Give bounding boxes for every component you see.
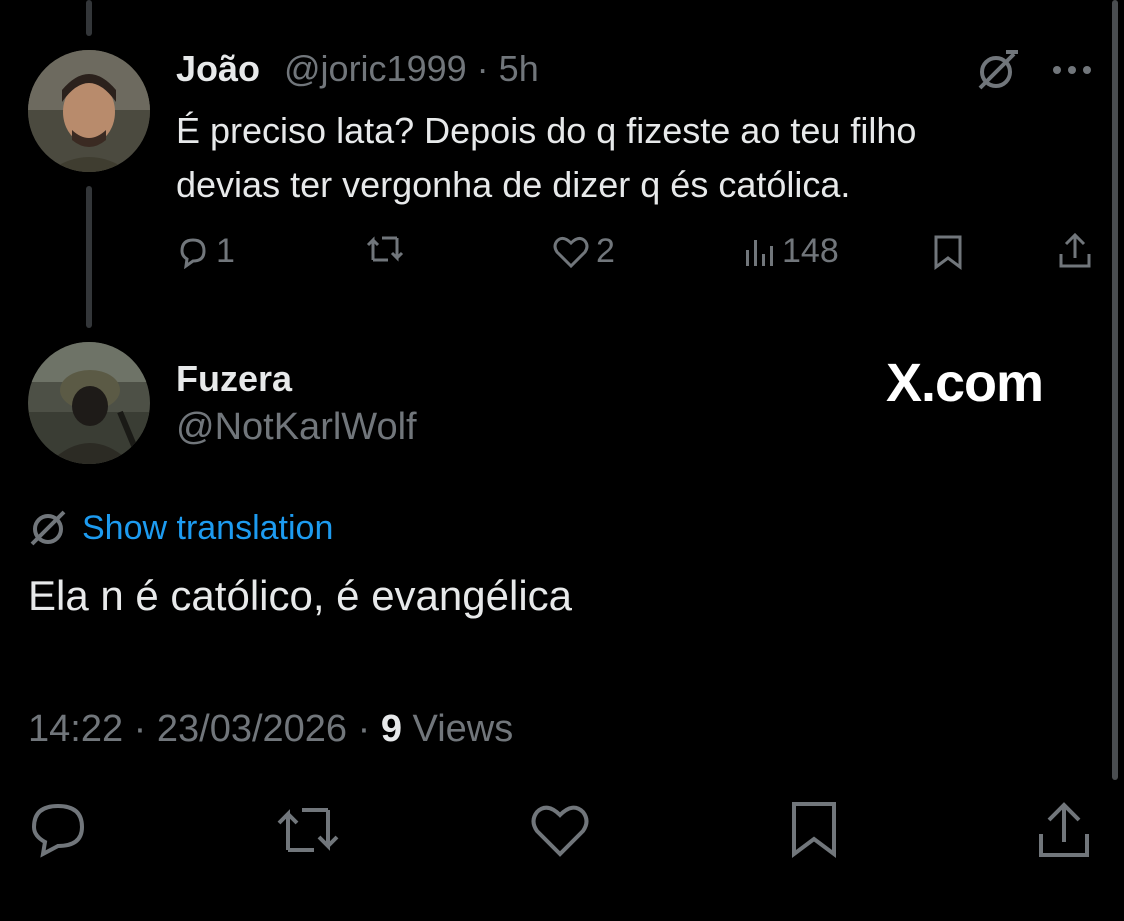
reply-button[interactable] (28, 800, 88, 858)
more-icon[interactable] (1050, 62, 1094, 78)
tweet-date[interactable]: 23/03/2026 (157, 708, 347, 750)
retweet-action[interactable] (364, 232, 412, 266)
share-button[interactable] (1036, 800, 1092, 860)
translation-row[interactable]: Show translation (28, 508, 333, 548)
no-translation-icon (28, 508, 68, 548)
retweet-icon (277, 808, 339, 852)
reply-text: Ela n é católico, é evangélica (28, 572, 573, 619)
tweet-text: É preciso lata? Depois do q fizeste ao t… (176, 104, 916, 212)
retweet-icon (364, 232, 406, 266)
reply-icon (31, 803, 85, 858)
views-number: 9 (380, 708, 402, 750)
like-button[interactable] (528, 802, 592, 858)
meta-separator: · (357, 708, 371, 750)
author-handle[interactable]: @joric1999 (284, 48, 467, 89)
bookmark-icon[interactable] (932, 234, 964, 270)
avatar-joao[interactable] (28, 50, 150, 172)
reply-action[interactable]: 1 (176, 232, 235, 271)
share-icon[interactable] (1058, 232, 1092, 270)
tweet-time[interactable]: 5h (499, 48, 539, 89)
views-count: 148 (782, 232, 839, 270)
reply-author-name[interactable]: Fuzera (176, 358, 292, 400)
bookmark-button[interactable] (788, 800, 840, 858)
no-translation-icon[interactable] (974, 48, 1020, 92)
x-com-watermark: X.com (886, 353, 1044, 413)
share-icon (1039, 802, 1089, 857)
views-icon (744, 236, 776, 268)
author-name[interactable]: João (176, 48, 260, 90)
tweet-text-line-1: É preciso lata? Depois do q fizeste ao t… (176, 110, 917, 151)
retweet-button[interactable] (274, 802, 342, 858)
meta-separator: · (476, 48, 489, 89)
thread-line-bottom (86, 186, 92, 328)
author-meta: @joric1999 · 5h (284, 48, 539, 90)
reply-icon (176, 235, 210, 269)
like-action[interactable]: 2 (552, 232, 615, 271)
scrollbar[interactable] (1112, 0, 1118, 780)
views-label: Views (412, 708, 514, 750)
bookmark-icon (792, 802, 836, 858)
like-count: 2 (596, 232, 615, 270)
like-icon (552, 235, 590, 269)
show-translation-link[interactable]: Show translation (82, 509, 333, 548)
like-icon (531, 805, 589, 857)
meta-separator: · (133, 708, 147, 750)
tweet-text-line-2: devias ter vergonha de dizer q és católi… (176, 164, 851, 205)
tweet-timestamp[interactable]: 14:22 (28, 708, 123, 750)
reply-count: 1 (216, 232, 235, 270)
thread-line-top (86, 0, 92, 36)
reply-author-handle[interactable]: @NotKarlWolf (176, 406, 417, 449)
avatar-fuzera[interactable] (28, 342, 150, 464)
views-action[interactable]: 148 (744, 232, 839, 271)
tweet-meta: 14:22 · 23/03/2026 · 9 Views (28, 708, 513, 751)
